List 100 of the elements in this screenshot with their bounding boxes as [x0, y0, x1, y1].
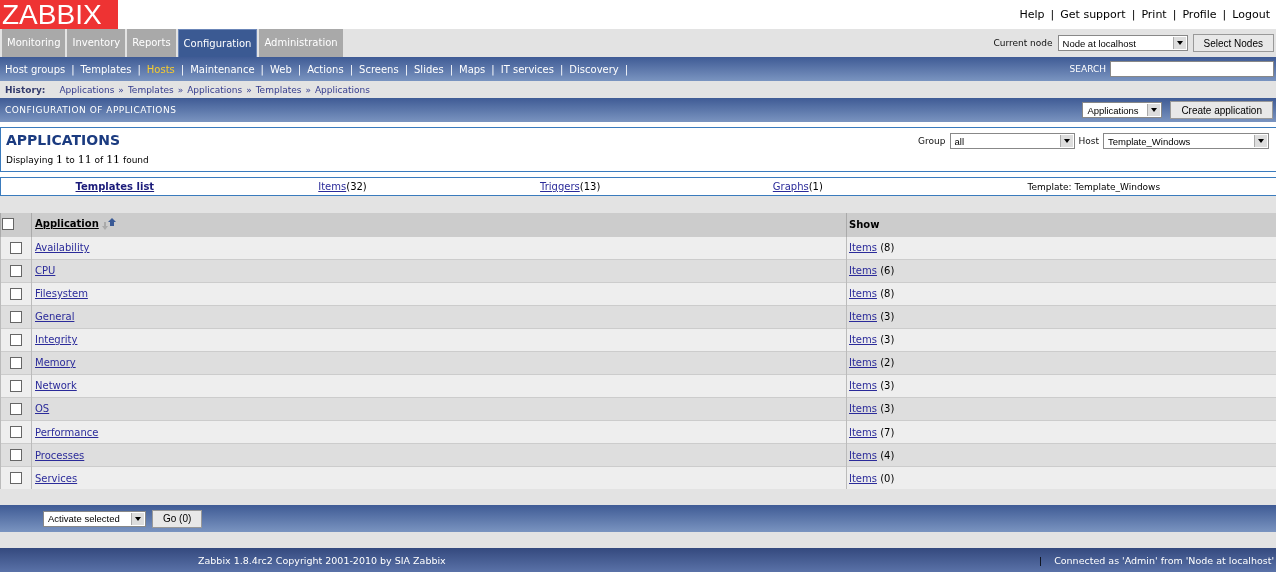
count-text: (3) [880, 403, 895, 415]
action-select[interactable]: Activate selected [43, 510, 146, 527]
menu-separator: | [449, 63, 453, 75]
application-link[interactable]: General [35, 311, 75, 323]
items-link[interactable]: Items [849, 472, 877, 484]
row-checkbox[interactable] [10, 333, 22, 346]
templates-list-link[interactable]: Templates list [75, 181, 155, 192]
application-link[interactable]: OS [35, 403, 50, 415]
sub-menu-item[interactable]: Actions [307, 63, 344, 75]
node-select[interactable]: Node at localhost [1057, 35, 1188, 51]
template-item-link[interactable]: Items [318, 181, 347, 192]
application-link[interactable]: Services [35, 472, 78, 484]
row-checkbox[interactable] [10, 449, 22, 462]
application-link[interactable]: Network [35, 380, 77, 392]
select-nodes-button[interactable]: Select Nodes [1192, 34, 1274, 52]
application-link[interactable]: Performance [35, 426, 99, 438]
breadcrumb-separator: » [305, 84, 311, 95]
row-checkbox[interactable] [10, 379, 22, 392]
breadcrumb-link[interactable]: Applications [59, 84, 115, 95]
sub-menu-item[interactable]: Templates [80, 63, 132, 75]
results-summary: Displaying 1 to 11 of 11 found [6, 153, 149, 166]
column-header[interactable]: Application [35, 218, 99, 230]
breadcrumb-link[interactable]: Templates [127, 84, 174, 95]
row-checkbox[interactable] [10, 310, 22, 323]
count-text: (3) [880, 380, 895, 392]
items-link[interactable]: Items [849, 357, 877, 369]
items-link[interactable]: Items [849, 265, 877, 277]
sub-menu-item[interactable]: Screens [359, 63, 399, 75]
logo[interactable]: ZABBIX [0, 0, 118, 29]
page-title: CONFIGURATION OF APPLICATIONS [4, 105, 177, 115]
footer-separator: | [1038, 554, 1043, 566]
row-checkbox[interactable] [10, 356, 22, 369]
count-text: (4) [880, 449, 895, 461]
sub-menu-item[interactable]: Web [269, 63, 292, 75]
header-link[interactable]: Profile [1182, 8, 1217, 21]
menu-separator: | [491, 63, 495, 75]
count-text: (32) [346, 181, 367, 192]
breadcrumb-link[interactable]: Templates [255, 84, 302, 95]
view-select[interactable]: Applications [1082, 102, 1163, 118]
link-separator: | [1222, 8, 1227, 21]
application-link[interactable]: Processes [35, 449, 85, 461]
count-text: (2) [880, 357, 895, 369]
column-header: Show [849, 218, 880, 230]
main-menu-tab[interactable]: Configuration [177, 29, 258, 57]
template-item-link[interactable]: Graphs [772, 181, 809, 192]
count-text: (1) [808, 181, 823, 192]
count-text: (3) [880, 311, 895, 323]
link-separator: | [1172, 8, 1177, 21]
items-link[interactable]: Items [849, 334, 877, 346]
application-link[interactable]: Integrity [35, 334, 78, 346]
history-label: History: [5, 84, 46, 95]
header-link[interactable]: Get support [1060, 8, 1126, 21]
application-link[interactable]: Memory [35, 357, 76, 369]
count-text: (8) [880, 288, 895, 300]
host-select[interactable]: Template_Windows [1103, 133, 1269, 149]
menu-separator: | [624, 63, 629, 75]
template-name: Template: Template_Windows [1027, 182, 1161, 192]
row-checkbox[interactable] [10, 426, 22, 439]
breadcrumb-separator: » [177, 84, 184, 95]
group-select[interactable]: all [949, 133, 1075, 149]
create-application-button[interactable]: Create application [1170, 101, 1273, 119]
header-link[interactable]: Print [1141, 8, 1167, 21]
menu-separator: | [560, 63, 564, 75]
header-link[interactable]: Help [1019, 8, 1045, 21]
group-label: Group [918, 135, 946, 148]
go-button[interactable]: Go (0) [152, 509, 203, 528]
breadcrumb-link[interactable]: Applications [187, 84, 243, 95]
row-checkbox[interactable] [10, 472, 22, 485]
sub-menu-item[interactable]: Host groups [5, 63, 66, 75]
row-checkbox[interactable] [10, 287, 22, 300]
template-item-link[interactable]: Triggers [540, 181, 580, 192]
sub-menu-item[interactable]: Maintenance [190, 63, 255, 75]
breadcrumb-link[interactable]: Applications [314, 84, 370, 95]
items-link[interactable]: Items [849, 449, 877, 461]
menu-separator: | [71, 63, 75, 75]
search-field[interactable] [1110, 61, 1274, 77]
sub-menu-item[interactable]: Discovery [569, 63, 619, 75]
count-text: (7) [880, 426, 895, 438]
sub-menu-item[interactable]: Maps [459, 63, 486, 75]
application-link[interactable]: Filesystem [35, 288, 88, 300]
application-link[interactable]: CPU [35, 265, 56, 277]
items-link[interactable]: Items [849, 426, 877, 438]
select-all-checkbox[interactable] [2, 218, 14, 231]
items-link[interactable]: Items [849, 380, 877, 392]
row-checkbox[interactable] [10, 402, 22, 415]
node-label: Current node [993, 38, 1053, 48]
menu-separator: | [180, 63, 185, 75]
sort-arrows-icon [100, 217, 117, 232]
row-checkbox[interactable] [10, 264, 22, 277]
items-link[interactable]: Items [849, 403, 877, 415]
row-checkbox[interactable] [10, 241, 22, 254]
application-link[interactable]: Availability [35, 242, 90, 254]
breadcrumb-separator: » [246, 84, 252, 95]
items-link[interactable]: Items [849, 288, 877, 300]
items-link[interactable]: Items [849, 311, 877, 323]
sub-menu-item[interactable]: IT services [500, 63, 554, 75]
header-link[interactable]: Logout [1232, 8, 1270, 21]
items-link[interactable]: Items [849, 242, 877, 254]
menu-separator: | [404, 63, 408, 75]
sub-menu-item[interactable]: Slides [414, 63, 444, 75]
